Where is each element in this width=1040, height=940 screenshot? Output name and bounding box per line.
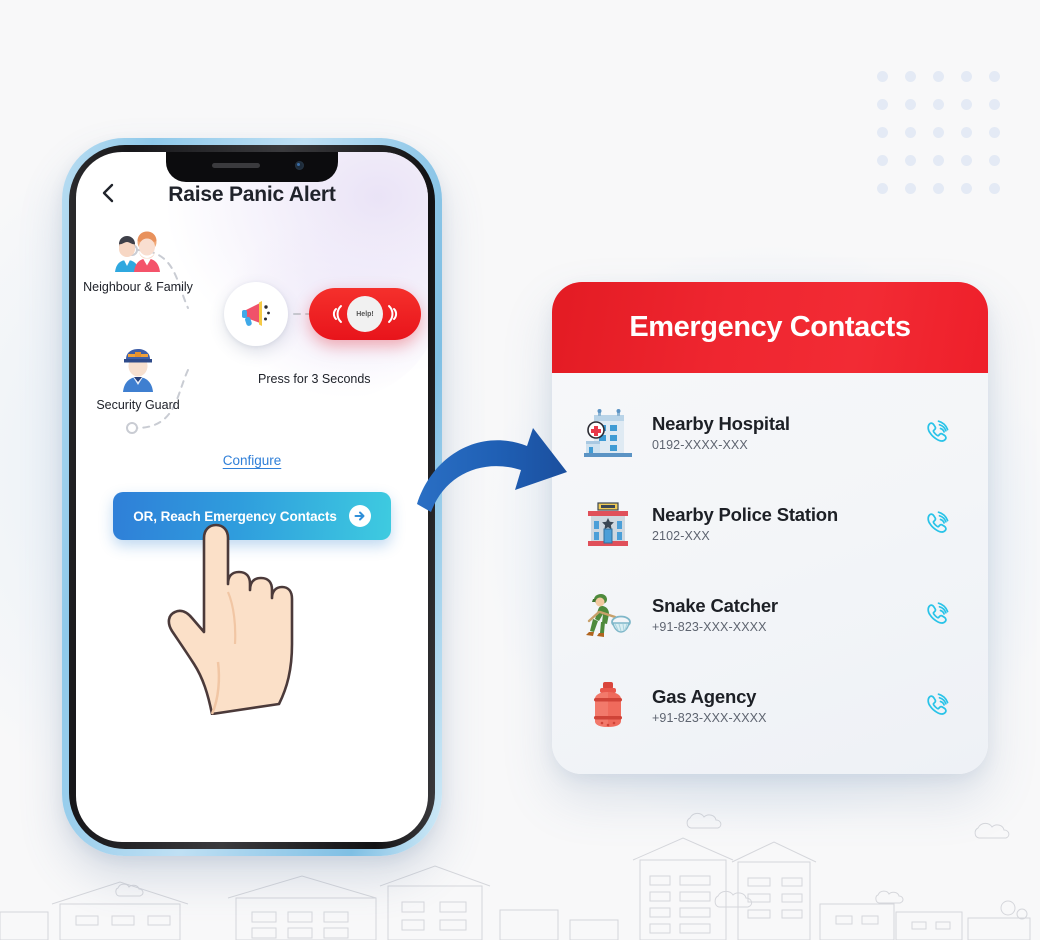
- emergency-contacts-card: Emergency Contacts Nearby Hospital 0192-…: [552, 282, 988, 774]
- phone-notch: [166, 152, 338, 182]
- decorative-dot: [904, 182, 916, 194]
- decorative-dot: [876, 98, 888, 110]
- contact-phone: 0192-XXXX-XXX: [652, 437, 748, 452]
- configure-link[interactable]: Configure: [223, 453, 282, 468]
- node-neighbour-family[interactable]: Neighbour & Family: [82, 222, 194, 294]
- decorative-dot: [988, 154, 1000, 166]
- card-title: Emergency Contacts: [629, 311, 911, 343]
- curved-arrow-right-icon: [417, 428, 567, 512]
- flow-arrow: [417, 428, 567, 512]
- gas-cylinder-icon: [578, 677, 638, 735]
- police-station-building-icon: [578, 495, 638, 553]
- contact-row-gas-agency[interactable]: Gas Agency +91-823-XXX-XXXX: [552, 660, 988, 751]
- decorative-dot: [904, 154, 916, 166]
- decorative-dot: [988, 98, 1000, 110]
- configure-link-wrap: Configure: [76, 452, 428, 470]
- front-camera: [295, 161, 304, 170]
- phone-screen: Raise Panic Alert Neighbour & Family Sec…: [76, 152, 428, 842]
- decorative-dot: [876, 126, 888, 138]
- contact-phone: 2102-XXX: [652, 528, 710, 543]
- decorative-dot: [904, 98, 916, 110]
- call-button[interactable]: [916, 691, 956, 721]
- back-button[interactable]: [94, 180, 120, 206]
- contact-name: Gas Agency: [652, 686, 757, 708]
- decorative-dot: [932, 70, 944, 82]
- contact-name: Nearby Police Station: [652, 504, 838, 526]
- contact-phone: +91-823-XXX-XXXX: [652, 710, 767, 725]
- sound-wave-left-icon: [332, 305, 342, 323]
- contacts-list: Nearby Hospital 0192-XXXX-XXX Nearby Pol…: [552, 373, 988, 751]
- decorative-dot: [932, 126, 944, 138]
- decorative-dot: [988, 70, 1000, 82]
- contact-name: Snake Catcher: [652, 595, 778, 617]
- decorative-dot: [876, 70, 888, 82]
- hospital-building-icon: [578, 404, 638, 462]
- decorative-dot: [988, 182, 1000, 194]
- contact-name: Nearby Hospital: [652, 413, 790, 435]
- decorative-dot: [960, 98, 972, 110]
- snake-catcher-person-icon: [578, 586, 638, 644]
- card-header: Emergency Contacts: [552, 282, 988, 373]
- phone-ringing-icon: [927, 419, 949, 442]
- phone-mockup: Raise Panic Alert Neighbour & Family Sec…: [62, 138, 442, 856]
- family-avatars-icon: [82, 222, 194, 274]
- node-label: Security Guard: [96, 398, 180, 412]
- phone-ringing-icon: [927, 692, 949, 715]
- sound-wave-right-icon: [388, 305, 398, 323]
- phone-ringing-icon: [927, 601, 949, 624]
- contact-text: Snake Catcher +91-823-XXX-XXXX: [638, 595, 916, 633]
- decorative-dot: [876, 154, 888, 166]
- decorative-dot-grid: [868, 62, 1008, 202]
- pointing-hand-cursor: [160, 500, 320, 720]
- contact-row-police-station[interactable]: Nearby Police Station 2102-XXX: [552, 478, 988, 569]
- call-button[interactable]: [916, 418, 956, 448]
- decorative-dot: [932, 182, 944, 194]
- contact-text: Gas Agency +91-823-XXX-XXXX: [638, 686, 916, 724]
- arrow-right-circle-icon: [348, 505, 371, 527]
- contact-row-snake-catcher[interactable]: Snake Catcher +91-823-XXX-XXXX: [552, 569, 988, 660]
- page-title: Raise Panic Alert: [168, 183, 336, 206]
- decorative-dot: [932, 154, 944, 166]
- call-button[interactable]: [916, 600, 956, 630]
- help-panic-button[interactable]: Help!: [309, 288, 421, 340]
- call-button[interactable]: [916, 509, 956, 539]
- node-security-guard[interactable]: Security Guard: [82, 340, 194, 412]
- contact-phone: +91-823-XXX-XXXX: [652, 619, 767, 634]
- press-hint-label: Press for 3 Seconds: [258, 372, 371, 386]
- decorative-dot: [932, 98, 944, 110]
- contact-text: Nearby Police Station 2102-XXX: [638, 504, 916, 542]
- decorative-dot: [904, 126, 916, 138]
- earpiece-speaker: [212, 163, 260, 168]
- phone-ringing-icon: [927, 510, 949, 533]
- decorative-dot: [876, 182, 888, 194]
- chevron-left-icon: [102, 183, 113, 203]
- decorative-dot: [960, 126, 972, 138]
- megaphone-icon: [242, 301, 270, 326]
- decorative-dot: [960, 154, 972, 166]
- decorative-dot: [904, 70, 916, 82]
- decorative-dot: [960, 182, 972, 194]
- decorative-dot: [988, 126, 1000, 138]
- decorative-dot: [960, 70, 972, 82]
- megaphone-hub: [224, 282, 288, 346]
- contact-text: Nearby Hospital 0192-XXXX-XXX: [638, 413, 916, 451]
- panic-alert-diagram: Neighbour & Family Security Guard Help! …: [76, 220, 428, 450]
- help-button-label: Help!: [347, 296, 383, 332]
- node-label: Neighbour & Family: [83, 280, 193, 294]
- contact-row-hospital[interactable]: Nearby Hospital 0192-XXXX-XXX: [552, 387, 988, 478]
- security-guard-avatar-icon: [82, 340, 194, 392]
